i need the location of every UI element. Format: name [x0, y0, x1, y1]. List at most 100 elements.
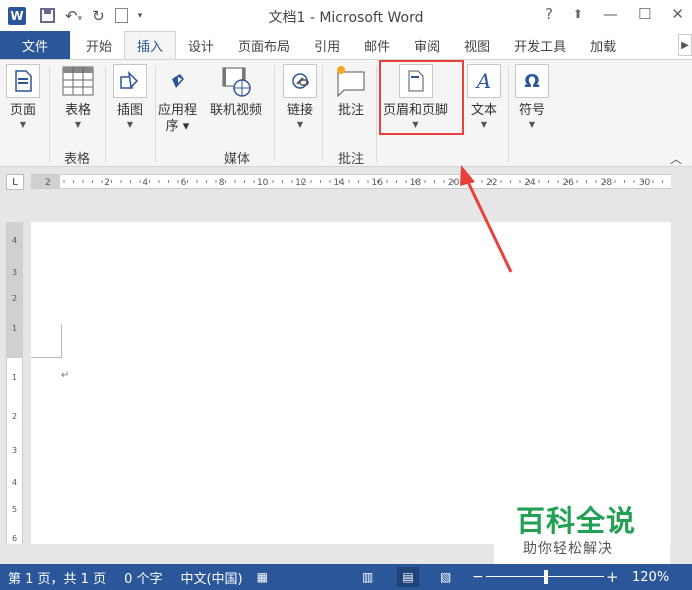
tab-file[interactable]: 文件 — [0, 31, 70, 59]
apps-label: 应用程 — [158, 103, 198, 118]
chevron-down-icon: ▼ — [19, 120, 27, 129]
pages-button[interactable]: 页面 ▼ — [6, 64, 40, 129]
group-divider — [508, 66, 509, 162]
store-icon — [161, 64, 195, 98]
tab-developer[interactable]: 开发工具 — [502, 31, 578, 59]
vertical-ruler-tick-label: 4 — [11, 478, 18, 487]
margin-crop-mark — [31, 324, 62, 358]
redo-icon[interactable]: ↻ — [92, 7, 105, 25]
illustrations-button[interactable]: 插图 ▼ — [113, 64, 147, 129]
tab-selector[interactable]: L — [6, 174, 24, 190]
vertical-ruler[interactable]: 4 3 2 1 1 2 3 4 5 6 — [6, 222, 23, 544]
save-icon[interactable] — [40, 8, 55, 23]
text-button[interactable]: A 文本 ▼ — [467, 64, 501, 129]
text-box-icon: A — [467, 64, 501, 98]
window-controls: ? ⬆ — ☐ ✕ — [545, 5, 684, 23]
group-divider — [274, 66, 275, 162]
ruler-tick-label: 2 — [104, 178, 110, 188]
group-divider — [155, 66, 156, 162]
ribbon-insert: 页面 ▼ 表格 ▼ 表格 插图 ▼ 应用程 序 ▾ 联机视频 媒体 链接 ▼ 批… — [0, 59, 692, 167]
page-icon — [6, 64, 40, 98]
ruler-tick-label: 2 — [45, 178, 51, 188]
minimize-icon[interactable]: — — [603, 5, 618, 23]
zoom-in-icon[interactable]: + — [606, 568, 619, 586]
zoom-slider-thumb[interactable] — [544, 570, 548, 584]
comment-label: 批注 — [337, 103, 364, 118]
omega-icon: Ω — [515, 64, 549, 98]
ruler-tick-label: 4 — [142, 178, 148, 188]
vertical-ruler-tick-label: 1 — [11, 324, 18, 333]
horizontal-ruler[interactable]: 224681012141618202224262830 — [31, 174, 671, 189]
word-app-icon[interactable]: W — [8, 6, 26, 25]
watermark-subtitle: 助你轻松解决 — [523, 541, 613, 557]
chevron-down-icon: ▼ — [74, 120, 82, 129]
links-button[interactable]: 链接 ▼ — [283, 64, 317, 129]
illustrations-label: 插图 — [116, 103, 143, 118]
watermark-title: 百科全说 — [516, 504, 637, 538]
undo-dropdown-icon[interactable]: ▾ — [78, 14, 83, 24]
tab-scroll-right-icon[interactable]: ▶ — [678, 34, 692, 56]
undo-icon[interactable]: ↶▾ — [65, 7, 82, 25]
group-label-comments: 批注 — [338, 152, 365, 167]
apps-button[interactable]: 应用程 序 ▾ — [158, 64, 197, 135]
ruler-tick-label: 12 — [295, 178, 306, 188]
vertical-ruler-tick-label: 4 — [11, 236, 18, 245]
macro-recording-icon[interactable]: ▦ — [257, 570, 268, 584]
web-layout-icon[interactable]: ▧ — [440, 570, 451, 584]
ruler-tick-label: 6 — [181, 178, 187, 188]
group-divider — [105, 66, 106, 162]
chevron-down-icon: ▼ — [126, 120, 134, 129]
links-label: 链接 — [286, 103, 313, 118]
zoom-out-icon[interactable]: − — [472, 569, 484, 585]
page-count[interactable]: 第 1 页，共 1 页 — [8, 568, 106, 587]
tab-insert[interactable]: 插入 — [124, 31, 177, 59]
shapes-icon — [113, 64, 147, 98]
tab-mailings[interactable]: 邮件 — [352, 31, 402, 59]
chevron-down-icon: ▼ — [528, 120, 536, 129]
group-divider — [322, 66, 323, 162]
paragraph-mark: ↵ — [61, 370, 70, 381]
tab-add-ins[interactable]: 加载 — [578, 31, 628, 59]
tab-page-layout[interactable]: 页面布局 — [226, 31, 302, 59]
link-icon — [283, 64, 317, 98]
read-mode-icon[interactable]: ▥ — [362, 570, 373, 584]
tab-review[interactable]: 审阅 — [402, 31, 452, 59]
vertical-ruler-tick-label: 2 — [11, 294, 18, 303]
status-bar: 第 1 页，共 1 页 0 个字 中文(中国) ▦ ▥ ▤ ▧ − + 120% — [0, 564, 692, 590]
maximize-icon[interactable]: ☐ — [638, 5, 651, 23]
language[interactable]: 中文(中国) — [180, 568, 242, 587]
vertical-ruler-tick-label: 2 — [11, 412, 18, 421]
ruler-tick-label: 26 — [562, 178, 574, 188]
close-icon[interactable]: ✕ — [671, 5, 684, 23]
ruler-tick-label: 10 — [257, 178, 269, 188]
table-label: 表格 — [64, 103, 91, 118]
ribbon-display-icon[interactable]: ⬆ — [573, 7, 583, 21]
tab-references[interactable]: 引用 — [302, 31, 352, 59]
group-label-media: 媒体 — [224, 152, 251, 167]
symbols-button[interactable]: Ω 符号 ▼ — [515, 64, 549, 129]
apps-label-line2: 序 ▾ — [165, 119, 190, 134]
tab-design[interactable]: 设计 — [176, 31, 226, 59]
online-video-button[interactable]: 联机视频 — [210, 64, 262, 119]
tab-home[interactable]: 开始 — [74, 31, 124, 59]
zoom-level[interactable]: 120% — [632, 570, 669, 585]
video-icon — [219, 64, 253, 98]
watermark: 百科全说 助你轻松解决 — [494, 494, 670, 564]
title-bar: W ↶▾ ↻ ▾ 文档1 - Microsoft Word ? ⬆ — ☐ ✕ — [0, 0, 692, 31]
new-comment-button[interactable]: 批注 — [334, 64, 368, 119]
symbols-label: 符号 — [518, 103, 545, 118]
ruler-tick-label: 28 — [601, 178, 613, 188]
ruler-tick-label: 24 — [524, 178, 536, 188]
tab-view[interactable]: 视图 — [452, 31, 502, 59]
help-icon[interactable]: ? — [545, 5, 553, 23]
vertical-ruler-tick-label: 3 — [11, 446, 18, 455]
ruler-area: L 224681012141618202224262830 — [0, 168, 692, 196]
word-count[interactable]: 0 个字 — [124, 568, 162, 587]
collapse-ribbon-icon[interactable]: ︿ — [670, 150, 682, 167]
table-button[interactable]: 表格 ▼ — [61, 64, 95, 129]
online-video-label: 联机视频 — [210, 103, 263, 118]
text-label: 文本 — [470, 103, 497, 118]
print-preview-icon[interactable] — [114, 8, 128, 23]
customize-qat-icon[interactable]: ▾ — [138, 11, 143, 21]
print-layout-icon[interactable]: ▤ — [397, 567, 419, 587]
